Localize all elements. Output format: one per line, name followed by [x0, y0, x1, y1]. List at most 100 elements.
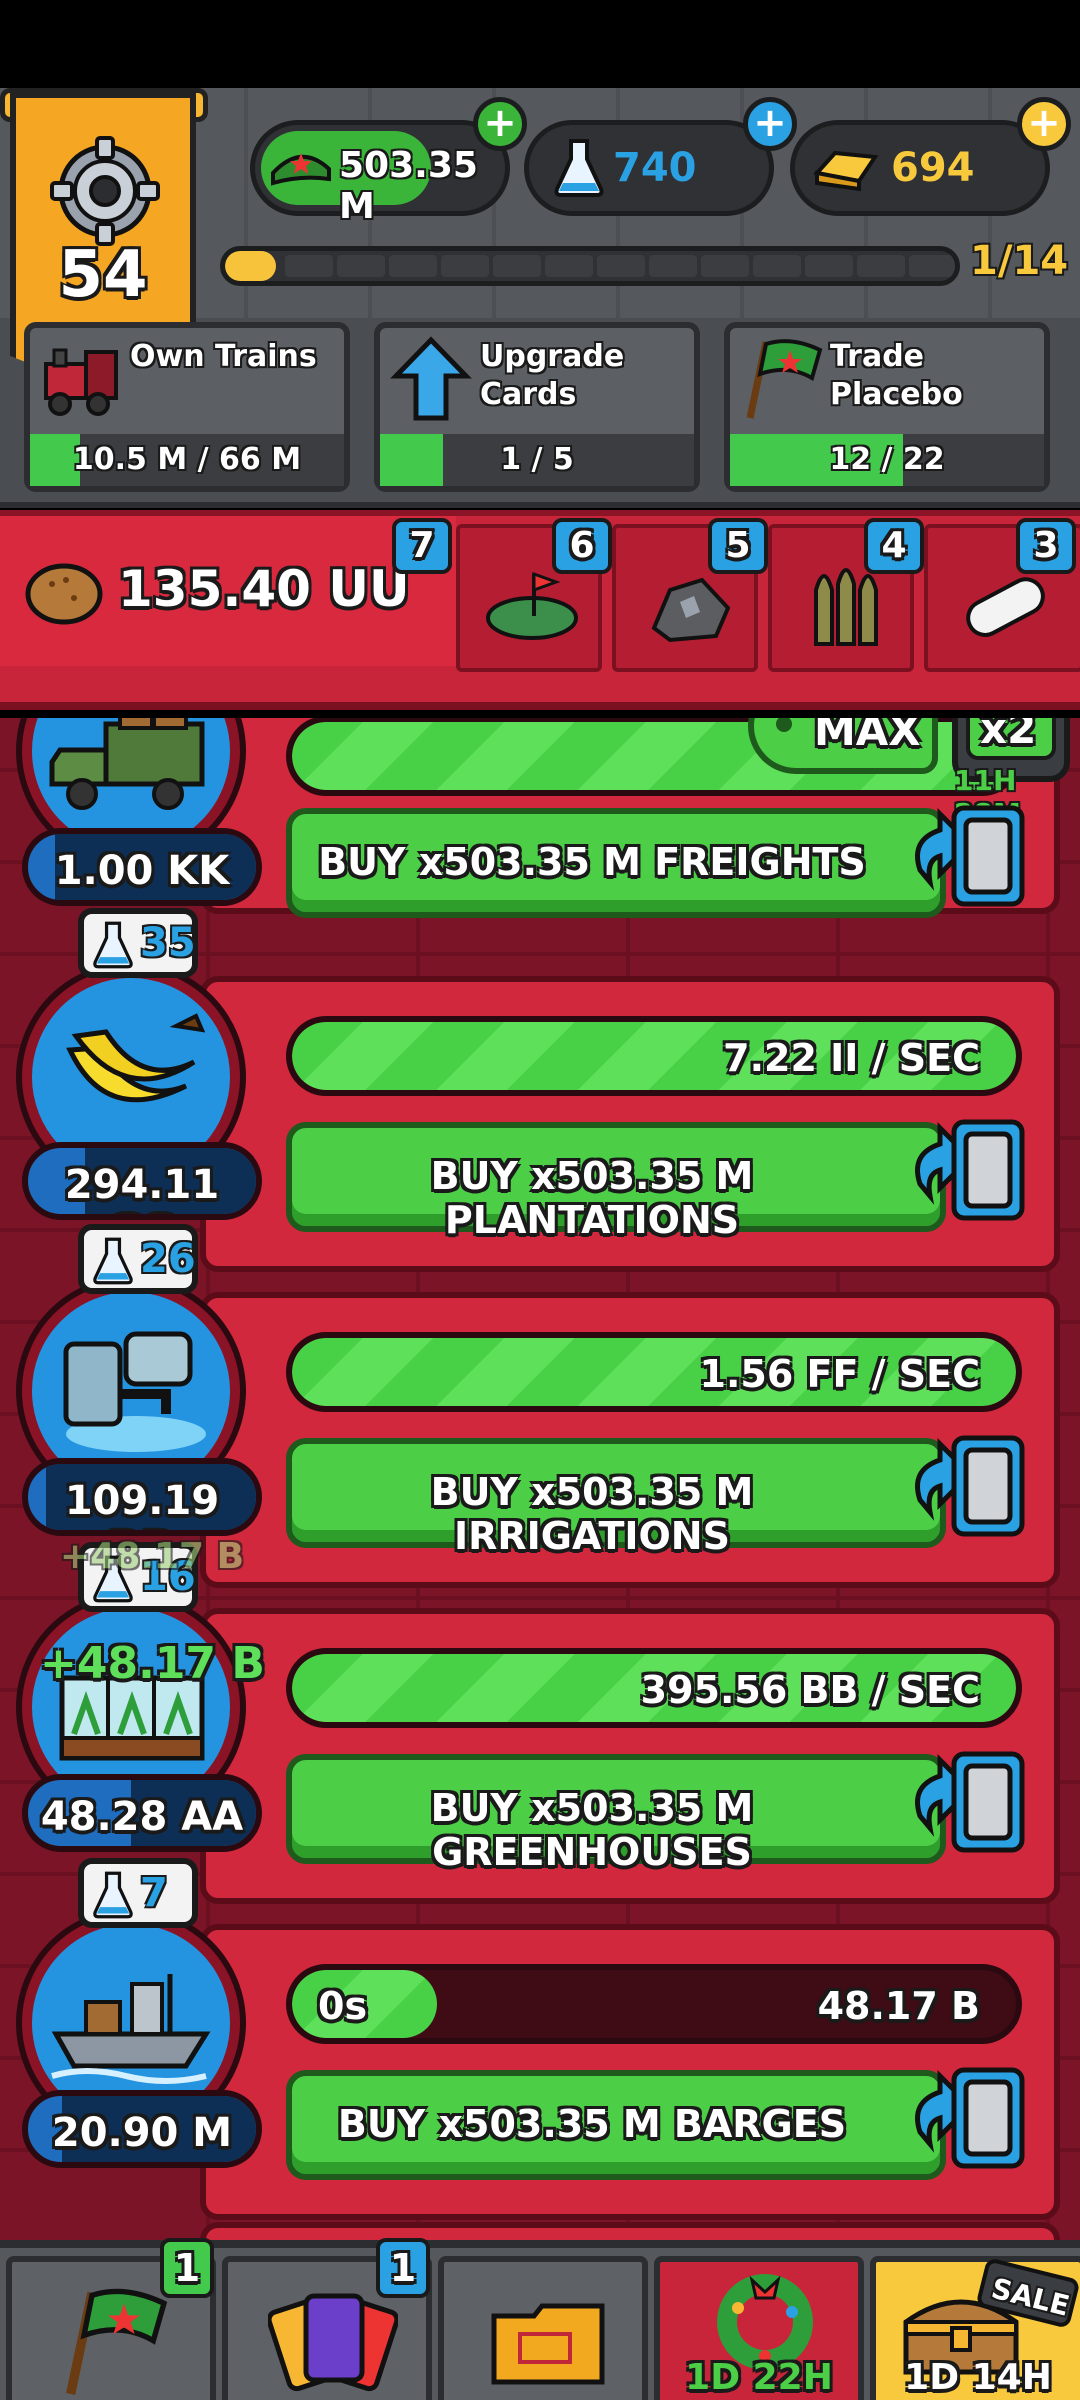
xp-segment	[805, 255, 853, 277]
quest-progress-text: 10.5 M / 66 M	[72, 442, 302, 477]
research-cost: 7	[140, 1870, 168, 1916]
upgrade-arrow-icon	[390, 336, 472, 421]
research-cost-badge: 35	[78, 908, 198, 978]
buy-plantations-button[interactable]: BUY x503.35 M PLANTATIONS	[286, 1122, 946, 1242]
buy-label: BUY x503.35 M IRRIGATIONS	[430, 1470, 754, 1558]
xp-progress-text: 1/14	[970, 238, 1069, 284]
quest-progress-bar: 1 / 5	[380, 434, 694, 486]
nav-shop-button[interactable]: SALE 1D 14H	[870, 2256, 1080, 2400]
xp-progress-fill	[225, 251, 277, 281]
floating-income-text: +48.17 B	[60, 1536, 245, 1577]
add-cash-button[interactable]: +	[473, 97, 527, 151]
xp-segment	[597, 255, 645, 277]
flask-icon	[93, 1871, 133, 1919]
xp-segment	[753, 255, 801, 277]
buy-label: BUY x503.35 M GREENHOUSES	[430, 1786, 754, 1874]
gold-bar-icon	[813, 150, 879, 192]
ore-icon	[651, 577, 731, 643]
item-count-badge: 1.00 KK	[22, 828, 262, 906]
quest-progress-bar: 12 / 22	[730, 434, 1044, 486]
notification-badge: 1	[376, 2238, 430, 2298]
quest-own-trains[interactable]: Own Trains 10.5 M / 66 M	[24, 322, 350, 492]
flask-icon	[554, 139, 604, 197]
add-flasks-button[interactable]: +	[743, 97, 797, 151]
cap-icon	[271, 153, 331, 186]
gear-icon	[50, 136, 160, 246]
xp-segment	[649, 255, 697, 277]
resource-value: 135.40 UU	[118, 560, 410, 618]
buy-greenhouses-button[interactable]: BUY x503.35 M GREENHOUSES	[286, 1754, 946, 1874]
event-timer: 1D 22H	[685, 2357, 833, 2398]
xp-segment	[285, 255, 333, 277]
upgrade-card-icon[interactable]	[900, 1746, 1030, 1866]
potato-icon	[25, 563, 103, 625]
cash-counter: 503.35 M +	[250, 97, 527, 227]
buy-label: BUY x503.35 M PLANTATIONS	[430, 1154, 754, 1242]
buy-irrigations-button[interactable]: BUY x503.35 M IRRIGATIONS	[286, 1438, 946, 1558]
upgrade-card-icon[interactable]	[900, 800, 1030, 920]
tab-badge: 3	[1016, 518, 1076, 574]
xp-segment	[337, 255, 385, 277]
quest-title: Own Trains	[130, 339, 317, 374]
production-progress-bar: 7.22 II / SEC	[286, 1016, 1022, 1096]
barge-icon	[51, 1974, 211, 2084]
tab-badge: 4	[864, 518, 924, 574]
xp-segment	[857, 255, 905, 277]
research-cost-badge: 26	[78, 1224, 198, 1294]
research-cost-badge: 7	[78, 1858, 198, 1928]
cash-value: 503.35 M	[339, 145, 478, 227]
buy-barges-button[interactable]: BUY x503.35 M BARGES	[286, 2070, 946, 2180]
buy-amount-max-button[interactable]: MAX	[748, 718, 938, 774]
item-card-next	[200, 2222, 1060, 2240]
item-count-badge: 48.28 AA	[22, 1774, 262, 1852]
production-rate: 395.56 BB / SEC	[640, 1668, 980, 1712]
max-label: MAX	[814, 718, 921, 755]
xp-segment	[545, 255, 593, 277]
quest-progress-bar: 10.5 M / 66 M	[30, 434, 344, 486]
upgrade-card-icon[interactable]	[900, 2062, 1030, 2182]
nav-event-button[interactable]: 1D 22H	[654, 2256, 864, 2400]
xp-segment	[701, 255, 749, 277]
quest-title: Upgrade Cards	[480, 339, 625, 412]
production-progress-bar: 0s 48.17 B	[286, 1964, 1022, 2044]
quest-trade-placebo[interactable]: Trade Placebo 12 / 22	[724, 322, 1050, 492]
upgrade-card-icon[interactable]	[900, 1114, 1030, 1234]
production-progress-bar: 1.56 FF / SEC	[286, 1332, 1022, 1412]
cards-icon	[268, 2293, 398, 2392]
irrigation-tank-icon	[63, 1331, 206, 1452]
flask-value: 740	[613, 145, 697, 191]
research-cost: 35	[140, 920, 196, 966]
xp-segment	[909, 255, 955, 277]
tab-badge: 5	[708, 518, 768, 574]
gold-counter: 694 +	[790, 97, 1071, 216]
item-count-badge: 20.90 M	[22, 2090, 262, 2168]
production-progress-bar: 395.56 BB / SEC	[286, 1648, 1022, 1728]
upgrade-card-icon[interactable]	[900, 1430, 1030, 1550]
bottom-navigation: 1 1 1D 22H SALE 1D 14H	[0, 2238, 1080, 2400]
flask-counter: 740 +	[524, 97, 797, 216]
green-flag-icon	[66, 2288, 168, 2395]
flask-icon	[93, 1237, 133, 1285]
quest-progress-text: 1 / 5	[500, 442, 574, 477]
top-hud: 503.35 M + 740 + 694 + 54 1/14 Own Train…	[0, 88, 1080, 508]
item-count-badge: 109.19 DD	[22, 1458, 262, 1536]
tab-badge: 7	[392, 518, 452, 574]
add-gold-button[interactable]: +	[1017, 97, 1071, 151]
item-count-badge: 294.11 GG	[22, 1142, 262, 1220]
resource-bar: 135.40 UU 7 6 5 4 3	[0, 510, 1080, 710]
tab-badge: 6	[552, 518, 612, 574]
flask-icon	[93, 921, 133, 969]
nav-documents-button[interactable]	[438, 2256, 648, 2400]
train-icon	[44, 348, 118, 416]
quest-upgrade-cards[interactable]: Upgrade Cards 1 / 5	[374, 322, 700, 492]
xp-segment	[493, 255, 541, 277]
boost-multiplier: x2	[980, 718, 1037, 753]
shop-timer: 1D 14H	[904, 2357, 1052, 2398]
production-list[interactable]: MAX x2 11H 28M 1.00 KK BUY x503.35 M FRE…	[0, 718, 1080, 2240]
quest-title: Trade Placebo	[830, 339, 963, 412]
xp-segment	[441, 255, 489, 277]
buy-freights-button[interactable]: BUY x503.35 M FREIGHTS	[286, 808, 946, 918]
research-cost: 26	[140, 1236, 196, 1282]
xp-progress-bar	[220, 246, 960, 286]
xp-segment	[389, 255, 437, 277]
